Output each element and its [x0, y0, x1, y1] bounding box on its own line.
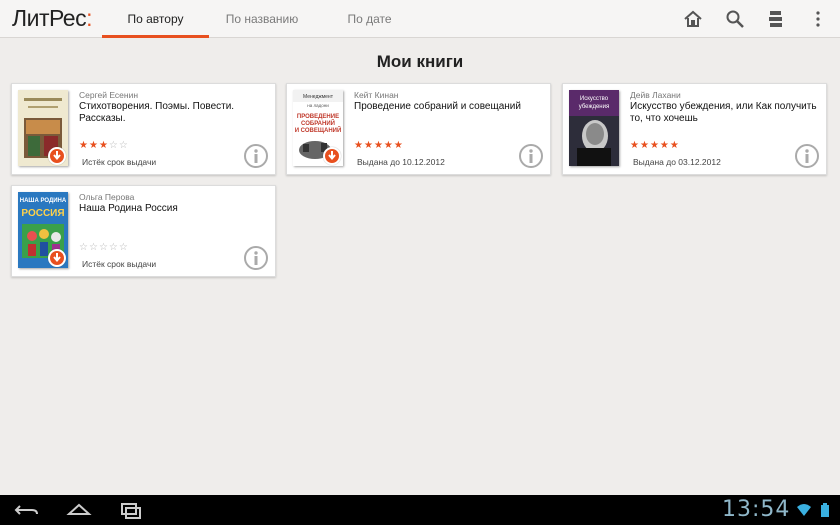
star-icon: ★ — [79, 140, 89, 151]
loan-status: Выдана до 03.12.2012 — [633, 157, 721, 167]
book-title: Стихотворения. Поэмы. Повести. Рассказы. — [79, 101, 235, 124]
book-card[interactable]: Менеджмент на ладони ПРОВЕДЕНИЕ СОБРАНИЙ… — [286, 83, 551, 175]
download-icon[interactable] — [48, 249, 66, 267]
star-icon: ★ — [98, 140, 109, 151]
rating-stars: ☆☆☆☆☆ — [79, 242, 129, 253]
star-icon: ☆ — [108, 140, 119, 151]
star-icon: ★ — [393, 140, 404, 151]
home-icon[interactable] — [682, 8, 704, 30]
cover-text: НАША РОДИНА — [20, 198, 67, 204]
tab-by-author[interactable]: По автору — [102, 0, 209, 38]
loan-status: Выдана до 10.12.2012 — [357, 157, 445, 167]
page-title: Мои книги — [376, 52, 464, 71]
info-icon[interactable] — [794, 143, 820, 169]
system-nav-bar: 13:54 — [0, 495, 840, 525]
book-author: Дейв Лахани — [630, 90, 681, 100]
tab-label: По названию — [225, 12, 299, 26]
star-icon: ☆ — [118, 140, 129, 151]
star-icon: ☆ — [98, 242, 109, 253]
loan-status: Истёк срок выдачи — [82, 157, 157, 167]
info-icon[interactable] — [518, 143, 544, 169]
book-author: Кейт Кинан — [354, 90, 399, 100]
system-clock: 13:54 — [722, 497, 791, 522]
rating-stars: ★★★☆☆ — [79, 140, 129, 151]
star-icon: ★ — [383, 140, 394, 151]
book-card[interactable]: Сергей Есенин Стихотворения. Поэмы. Пове… — [11, 83, 276, 175]
loan-status: Истёк срок выдачи — [82, 259, 157, 269]
star-icon: ☆ — [118, 242, 129, 253]
cover-text: Менеджмент — [303, 94, 334, 100]
info-icon[interactable] — [243, 143, 269, 169]
star-icon: ☆ — [88, 242, 99, 253]
download-icon[interactable] — [323, 147, 341, 165]
action-bar: ЛитРес: По автору По названию По дате — [0, 0, 840, 38]
back-icon[interactable] — [12, 500, 42, 520]
star-icon: ★ — [88, 140, 99, 151]
cover-text: убеждения — [579, 104, 609, 110]
book-cover[interactable]: Искусство убеждения — [569, 90, 619, 166]
cover-text: И СОВЕЩАНИЙ — [295, 126, 342, 134]
book-card[interactable]: НАША РОДИНА РОССИЯ Ольга Перова Наша Род… — [11, 185, 276, 277]
star-icon: ★ — [649, 140, 660, 151]
rating-stars: ★★★★★ — [630, 140, 680, 151]
tab-label: По автору — [127, 12, 184, 26]
book-author: Сергей Есенин — [79, 90, 139, 100]
star-icon: ☆ — [79, 242, 89, 253]
tab-by-date[interactable]: По дате — [322, 0, 417, 38]
cover-text: РОССИЯ — [21, 208, 64, 219]
book-card[interactable]: Искусство убеждения Дейв Лахани Искусств… — [562, 83, 827, 175]
cover-text: на ладони — [307, 103, 329, 108]
info-icon[interactable] — [243, 245, 269, 271]
star-icon: ★ — [373, 140, 384, 151]
rating-stars: ★★★★★ — [354, 140, 404, 151]
wifi-icon — [797, 503, 811, 517]
book-author: Ольга Перова — [79, 192, 135, 202]
battery-icon — [818, 503, 832, 517]
app-logo: ЛитРес: — [12, 5, 92, 33]
cover-text: СОБРАНИЙ — [301, 119, 335, 127]
star-icon: ★ — [669, 140, 680, 151]
logo-text: ЛитРес — [12, 5, 87, 31]
star-icon: ★ — [363, 140, 374, 151]
tab-by-title[interactable]: По названию — [212, 0, 312, 38]
recent-apps-icon[interactable] — [116, 500, 146, 520]
tab-label: По дате — [347, 12, 392, 26]
overflow-menu-icon[interactable] — [807, 8, 829, 30]
book-title: Наша Родина Россия — [79, 203, 178, 214]
star-icon: ★ — [639, 140, 650, 151]
download-icon[interactable] — [48, 147, 66, 165]
home-nav-icon[interactable] — [64, 500, 94, 520]
search-icon[interactable] — [724, 8, 746, 30]
star-icon: ★ — [659, 140, 670, 151]
cover-text: ПРОВЕДЕНИЕ — [297, 114, 339, 120]
logo-colon: : — [86, 5, 92, 31]
cover-text: Искусство — [580, 96, 609, 102]
star-icon: ★ — [630, 140, 640, 151]
book-title: Проведение собраний и совещаний — [354, 101, 521, 112]
book-title: Искусство убеждения, или Как получить то… — [630, 101, 817, 124]
bookshelf-icon[interactable] — [765, 8, 787, 30]
star-icon: ★ — [354, 140, 364, 151]
star-icon: ☆ — [108, 242, 119, 253]
